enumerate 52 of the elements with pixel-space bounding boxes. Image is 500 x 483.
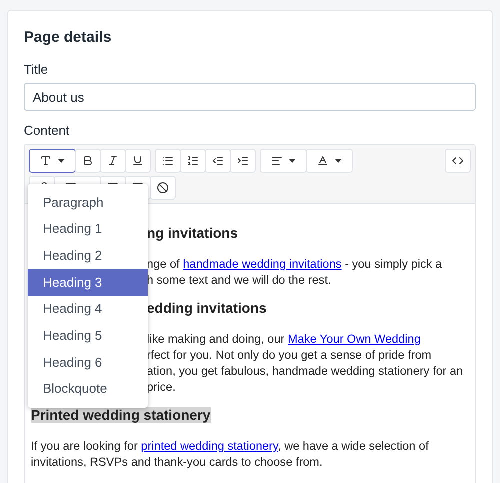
- content-heading: Printed wedding stationery: [31, 407, 211, 423]
- bold-icon: [82, 155, 94, 167]
- caret-icon: [58, 159, 65, 163]
- underline-icon: [132, 155, 144, 167]
- field-label: Content: [24, 123, 71, 139]
- format-menu-item[interactable]: Heading 5: [28, 322, 148, 350]
- numbered-list-icon: [187, 155, 199, 167]
- italic-button[interactable]: [100, 149, 126, 173]
- paragraph-line: nge of handmade wedding invitations - you simply pick a: [147, 256, 444, 272]
- outdent-button[interactable]: [205, 149, 231, 173]
- text-color-dropdown[interactable]: [306, 149, 353, 173]
- align-dropdown[interactable]: [260, 149, 307, 173]
- format-dropdown[interactable]: [29, 149, 76, 173]
- bold-button[interactable]: [75, 149, 101, 173]
- paragraph-line: rfect for you. Not only do you get a sense of pride from: [147, 347, 433, 363]
- caret-icon: [335, 159, 342, 163]
- bullet-list-button[interactable]: [155, 149, 181, 173]
- underline-button[interactable]: [125, 149, 151, 173]
- paragraph-line: invitations, RSVPs and thank-you cards to choose from.: [31, 454, 324, 470]
- field-label: Title: [24, 62, 50, 78]
- content-heading: edding invitations: [147, 300, 267, 316]
- paragraph-line: ation, you get fabulous, handmade wedding stationery for an: [147, 363, 464, 379]
- text-color-icon: [317, 155, 329, 167]
- format-menu-item[interactable]: Blockquote: [28, 376, 148, 402]
- paragraph-line: h some text and we will do the rest.: [147, 272, 332, 288]
- clear-format-icon: [157, 182, 169, 194]
- outdent-icon: [212, 155, 224, 167]
- title-field[interactable]: About us: [24, 83, 476, 111]
- format-menu-item[interactable]: Heading 4: [28, 296, 148, 322]
- indent-icon: [237, 155, 249, 167]
- format-menu-item[interactable]: Heading 1: [28, 216, 148, 242]
- content-heading: ng invitations: [147, 225, 238, 241]
- text-link[interactable]: handmade wedding invitations: [183, 257, 342, 271]
- paragraph-line: like making and doing, our Make Your Own Wedding: [147, 331, 422, 347]
- text-link[interactable]: Make Your Own Wedding: [288, 332, 421, 346]
- format-menu-item[interactable]: Paragraph: [28, 189, 148, 216]
- caret-icon: [289, 159, 296, 163]
- text-format-icon: [40, 155, 52, 167]
- code-icon: [452, 155, 464, 167]
- paragraph-line: price.: [147, 379, 177, 395]
- align-left-icon: [271, 155, 283, 167]
- format-menu-item[interactable]: Heading 6: [28, 349, 148, 376]
- indent-button[interactable]: [230, 149, 256, 173]
- paragraph-line: If you are looking for printed wedding stationery, we have a wide selection of: [31, 438, 430, 454]
- numbered-list-button[interactable]: [180, 149, 206, 173]
- text-link[interactable]: printed wedding stationery: [141, 439, 278, 453]
- format-menu-item[interactable]: Heading 3: [28, 269, 148, 296]
- code-view-button[interactable]: [445, 149, 471, 173]
- clear-format-button[interactable]: [150, 176, 176, 200]
- format-menu-item[interactable]: Heading 2: [28, 242, 148, 270]
- italic-icon: [107, 155, 119, 167]
- card-title: Page details: [24, 29, 113, 47]
